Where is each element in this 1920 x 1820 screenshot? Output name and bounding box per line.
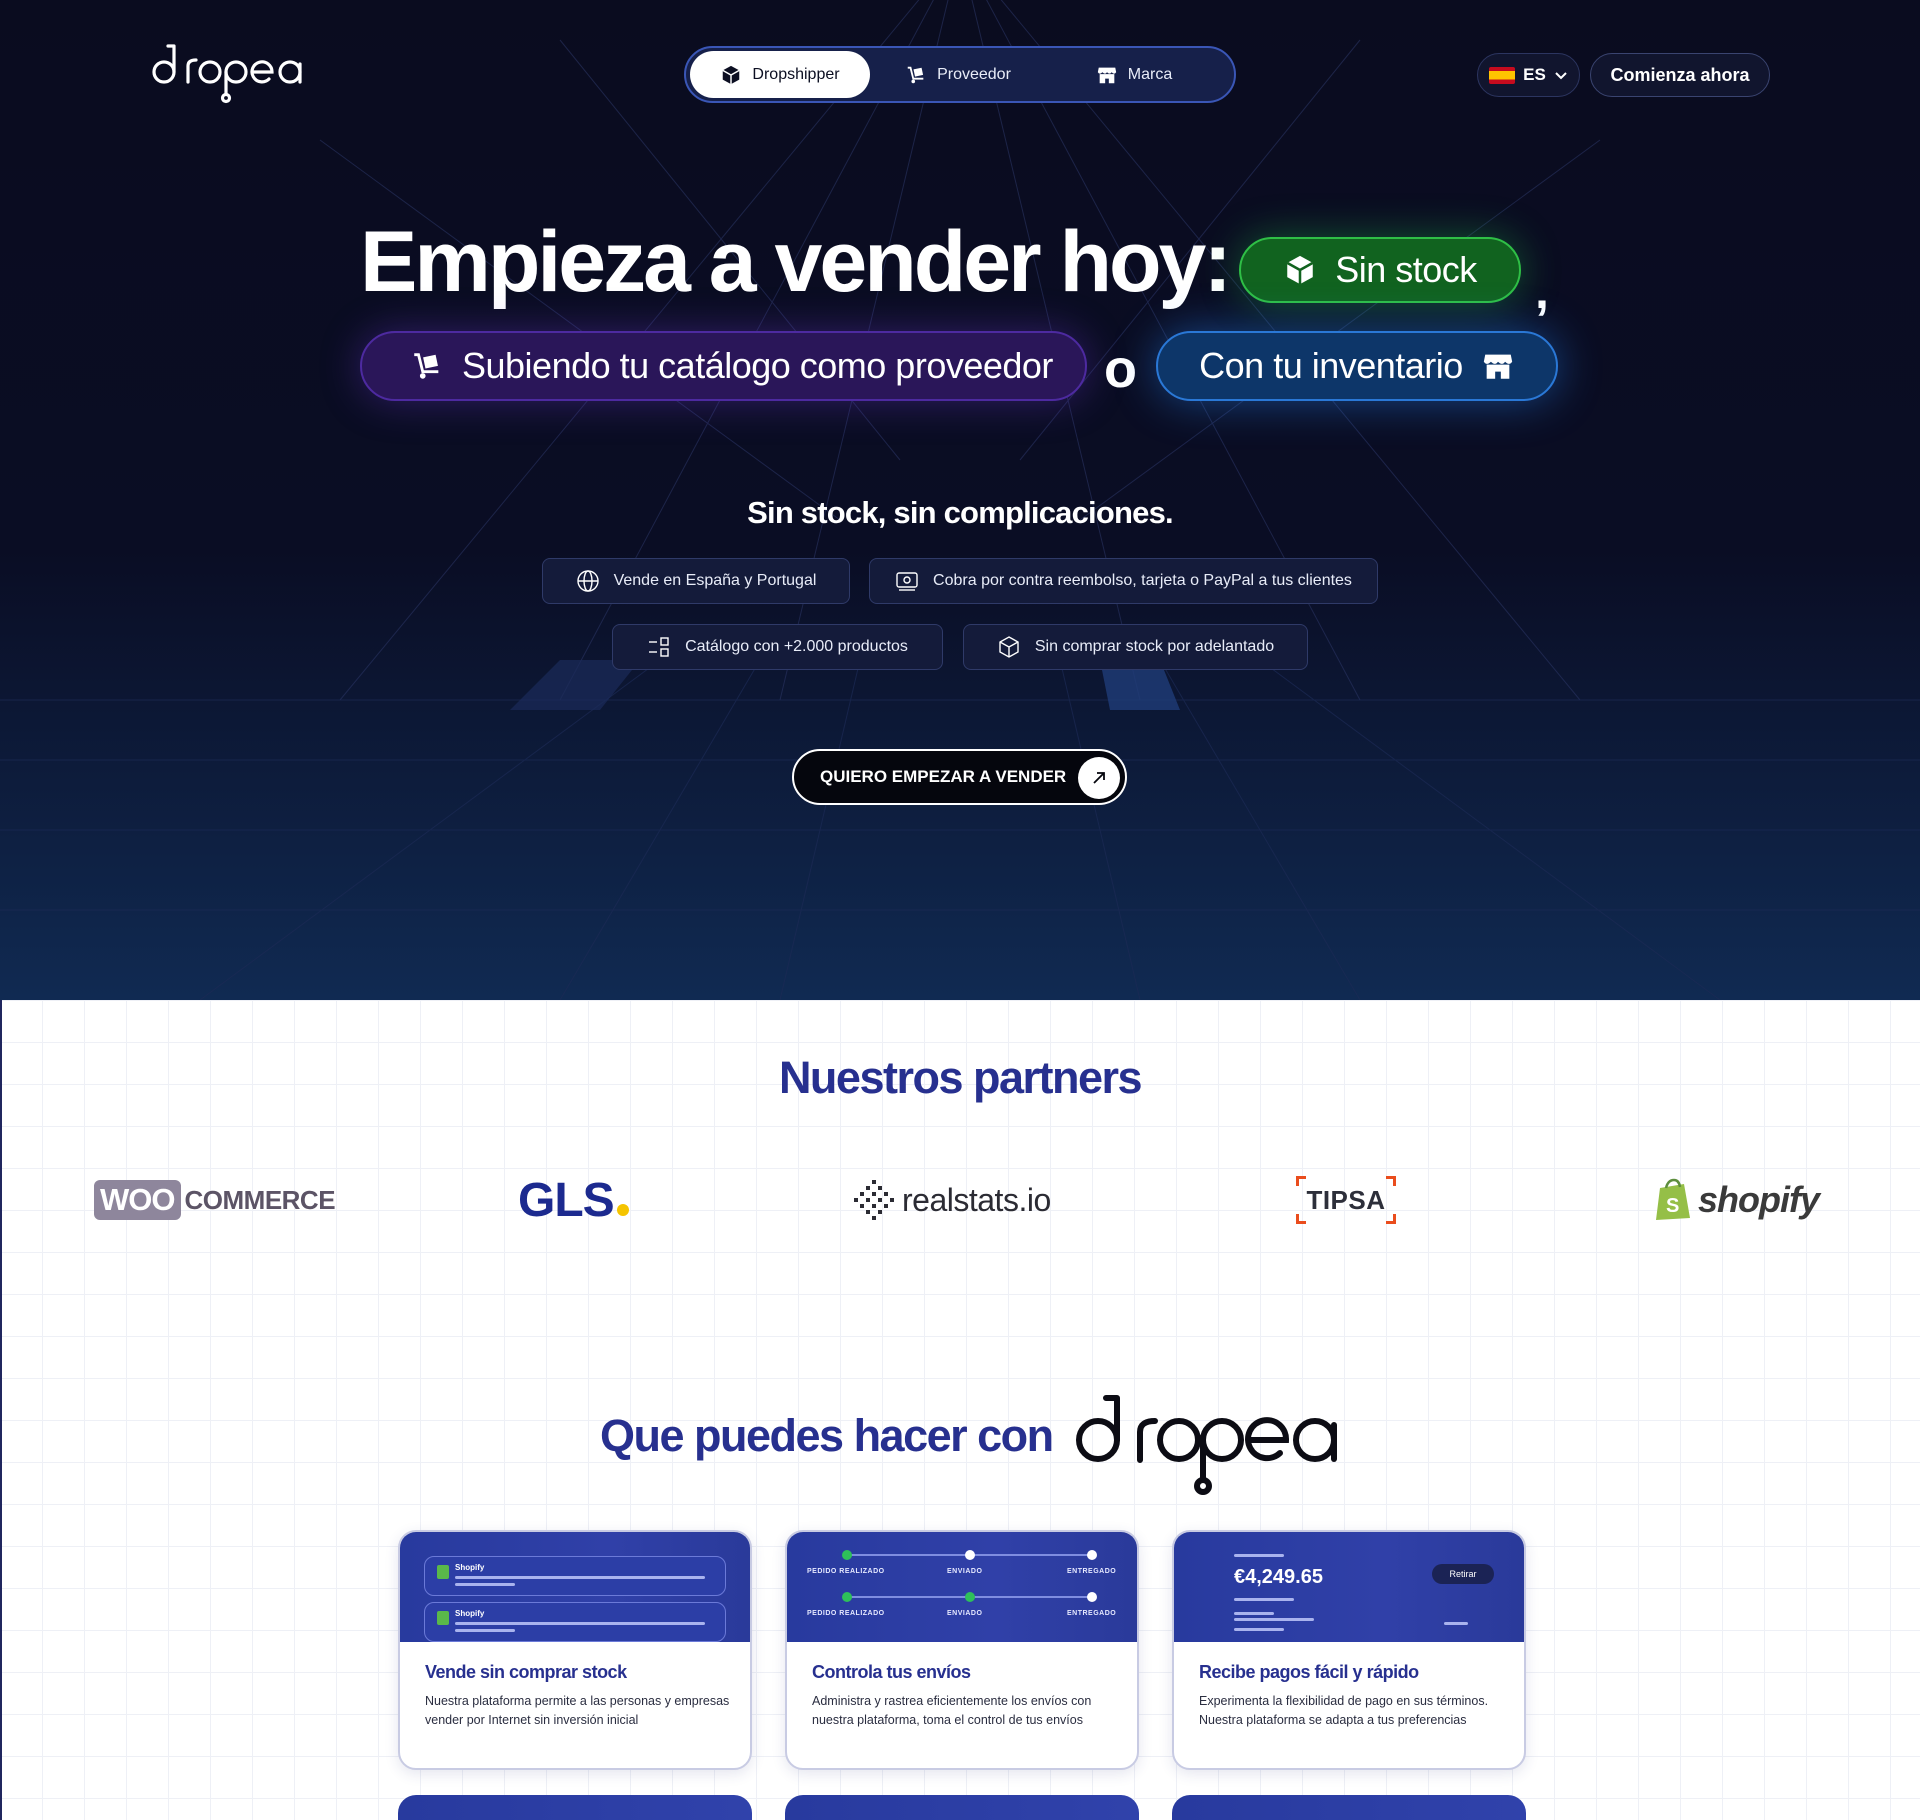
card-title: Vende sin comprar stock <box>425 1662 627 1682</box>
gls-logo: GLS <box>518 1170 638 1230</box>
package-icon <box>999 636 1019 658</box>
realstats-mark-icon <box>854 1180 894 1220</box>
step-label: ENVIADO <box>947 1610 983 1617</box>
step-label: ENVIADO <box>947 1568 983 1575</box>
gls-dot-icon <box>616 1204 629 1216</box>
shopify-wordmark: shopify <box>1698 1179 1820 1220</box>
feature-card-payments[interactable]: €4,249.65 Retirar Recibe pagos fácil y r… <box>1172 1530 1526 1770</box>
feature-chip-spain-portugal: Vende en España y Portugal <box>542 558 850 604</box>
box-icon <box>722 65 741 84</box>
globe-icon <box>576 570 599 592</box>
step-label: PEDIDO REALIZADO <box>807 1568 885 1575</box>
feature-card-partial[interactable] <box>398 1795 752 1820</box>
hero-section: Dropshipper Proveedor Marca ES Comienza … <box>0 0 1920 1000</box>
feature-card-partial[interactable] <box>785 1795 1139 1820</box>
notification-source: Shopify <box>455 1609 485 1618</box>
start-selling-button[interactable]: QUIERO EMPEZAR A VENDER <box>792 749 1127 805</box>
spain-flag-icon <box>1489 66 1516 84</box>
feature-chip-payments: Cobra por contra reembolso, tarjeta o Pa… <box>869 558 1378 604</box>
store-icon <box>1483 354 1512 379</box>
tab-proveedor-label: Proveedor <box>937 65 1011 83</box>
card-illustration-balance: €4,249.65 Retirar <box>1174 1532 1524 1642</box>
tipsa-wordmark: TIPSA <box>1306 1184 1386 1215</box>
notification-source: Shopify <box>455 1563 485 1572</box>
section-edge-divider <box>0 1000 2 1820</box>
woo-mark: WOO <box>94 1180 181 1220</box>
card-description: Nuestra plataforma permite a las persona… <box>425 1694 730 1727</box>
tab-marca-label: Marca <box>1127 65 1173 83</box>
partners-title: Nuestros partners <box>778 1052 1143 1103</box>
woo-wordmark: COMMERCE <box>184 1184 336 1215</box>
card-title: Recibe pagos fácil y rápido <box>1199 1662 1419 1682</box>
feature-chip-label: Vende en España y Portugal <box>613 572 817 589</box>
step-label: ENTREGADO <box>1067 1610 1117 1617</box>
shopify-bag-icon <box>437 1611 449 1625</box>
pill-inventario-label: Con tu inventario <box>1199 345 1463 386</box>
hand-truck-icon <box>414 353 439 379</box>
gls-wordmark: GLS <box>518 1173 615 1227</box>
shopify-logo: S shopify <box>1654 1170 1834 1230</box>
headline-or: o <box>1104 339 1137 399</box>
dropea-logo-large <box>1072 1392 1348 1500</box>
tab-dropshipper-label: Dropshipper <box>752 65 840 83</box>
hero-subheadline: Sin stock, sin complicaciones. <box>747 495 1173 530</box>
headline-comma: , <box>1535 263 1549 319</box>
language-selector[interactable]: ES <box>1477 53 1580 97</box>
svg-text:S: S <box>1666 1195 1679 1217</box>
card-description: Administra y rastrea eficientemente los … <box>812 1694 1092 1727</box>
woocommerce-logo: WOO COMMERCE <box>94 1170 336 1230</box>
feature-chip-no-stock: Sin comprar stock por adelantado <box>963 624 1308 670</box>
pill-proveedor: Subiendo tu catálogo como proveedor <box>360 331 1087 401</box>
card-illustration-tracking: PEDIDO REALIZADO ENVIADO ENTREGADO PEDID… <box>787 1532 1137 1642</box>
tab-proveedor[interactable]: Proveedor <box>870 51 1046 98</box>
pill-proveedor-label: Subiendo tu catálogo como proveedor <box>462 345 1053 386</box>
start-selling-label: QUIERO EMPEZAR A VENDER <box>820 767 1067 786</box>
pill-inventario: Con tu inventario <box>1156 331 1558 401</box>
feature-card-partial[interactable] <box>1172 1795 1526 1820</box>
pill-sin-stock-label: Sin stock <box>1335 249 1477 290</box>
tipsa-logo: TIPSA <box>1296 1170 1398 1230</box>
notification-item: Shopify <box>424 1556 726 1596</box>
step-label: ENTREGADO <box>1067 1568 1117 1575</box>
withdraw-button: Retirar <box>1432 1564 1494 1584</box>
card-description: Experimenta la flexibilidad de pago en s… <box>1199 1694 1489 1727</box>
feature-chip-label: Cobra por contra reembolso, tarjeta o Pa… <box>933 572 1352 589</box>
balance-amount: €4,249.65 <box>1234 1566 1323 1588</box>
feature-chip-label: Catálogo con +2.000 productos <box>685 638 908 655</box>
store-icon <box>1097 67 1116 83</box>
feature-card-shipping[interactable]: PEDIDO REALIZADO ENVIADO ENTREGADO PEDID… <box>785 1530 1139 1770</box>
tab-marca[interactable]: Marca <box>1046 51 1222 98</box>
dropea-logo[interactable] <box>150 42 310 110</box>
card-title: Controla tus envíos <box>812 1662 971 1682</box>
feature-card-sell[interactable]: Shopify Shopify Vende sin comprar stock … <box>398 1530 752 1770</box>
box-icon <box>1286 255 1314 285</box>
start-now-button[interactable]: Comienza ahora <box>1590 53 1770 97</box>
step-label: PEDIDO REALIZADO <box>807 1610 885 1617</box>
catalog-icon <box>649 637 669 657</box>
tab-dropshipper[interactable]: Dropshipper <box>690 51 870 98</box>
shopify-bag-icon: S <box>1656 1178 1690 1220</box>
notification-item: Shopify <box>424 1602 726 1642</box>
feature-chip-label: Sin comprar stock por adelantado <box>1034 638 1275 655</box>
hero-headline: Empieza a vender hoy: <box>360 214 1232 310</box>
arrow-up-right-icon <box>1078 757 1120 799</box>
realstats-wordmark: realstats.io <box>902 1181 1051 1218</box>
shopify-bag-icon <box>437 1565 449 1579</box>
partners-and-features-section: Nuestros partners WOO COMMERCE GLS reals… <box>0 1000 1920 1820</box>
chevron-down-icon <box>1555 72 1567 80</box>
features-title: Que puedes hacer con <box>600 1410 1054 1461</box>
language-code: ES <box>1523 65 1546 84</box>
audience-switcher: Dropshipper Proveedor Marca <box>684 46 1236 103</box>
feature-chip-catalog: Catálogo con +2.000 productos <box>612 624 943 670</box>
realstats-logo: realstats.io <box>852 1170 1072 1230</box>
card-illustration-notifications: Shopify Shopify <box>400 1532 750 1642</box>
pill-sin-stock: Sin stock <box>1239 237 1521 303</box>
hand-truck-icon <box>907 66 924 83</box>
cash-icon <box>896 572 918 591</box>
